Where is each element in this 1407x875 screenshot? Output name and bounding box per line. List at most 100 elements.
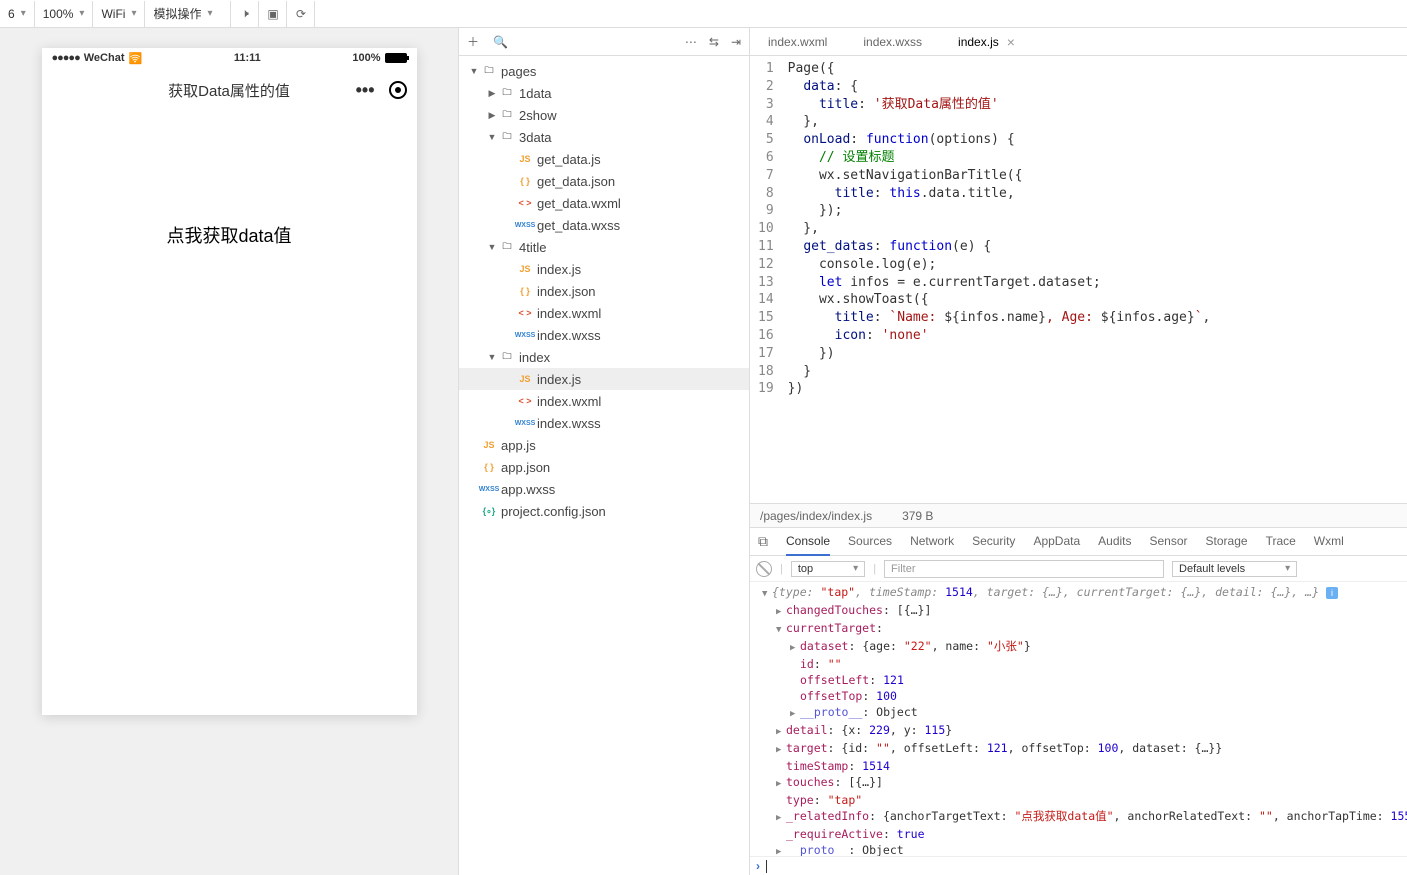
console-line[interactable]: ▶target: {id: "", offsetLeft: 121, offse…: [756, 740, 1401, 758]
levels-select[interactable]: Default levels▾: [1172, 561, 1297, 577]
code-body[interactable]: Page({ data: { title: '获取Data属性的值' }, on…: [788, 56, 1211, 503]
close-icon[interactable]: ×: [1007, 34, 1015, 50]
tree-node-index.js[interactable]: ▶JSindex.js: [459, 258, 749, 280]
filter-input[interactable]: Filter: [884, 560, 1164, 578]
expand-icon[interactable]: ▶: [776, 724, 786, 740]
console-line[interactable]: ▶detail: {x: 229, y: 115}: [756, 722, 1401, 740]
tree-node-3data[interactable]: ▼🗀3data: [459, 126, 749, 148]
console-line[interactable]: ▼{type: "tap", timeStamp: 1514, target: …: [756, 584, 1401, 602]
collapse-icon[interactable]: ⇥: [731, 35, 741, 49]
tab-index.wxss[interactable]: index.wxss: [845, 28, 940, 55]
devtools-tab-sources[interactable]: Sources: [848, 528, 892, 555]
tree-node-get_data.wxss[interactable]: ▶WXSSget_data.wxss: [459, 214, 749, 236]
tree-node-index.js[interactable]: ▶JSindex.js: [459, 368, 749, 390]
devtools-tab-storage[interactable]: Storage: [1206, 528, 1248, 555]
file-label: index.wxml: [537, 394, 601, 409]
expand-icon[interactable]: ▶: [776, 844, 786, 856]
expand-icon[interactable]: ▼: [776, 622, 786, 638]
code-editor[interactable]: 12345678910111213141516171819 Page({ dat…: [750, 56, 1407, 503]
search-icon[interactable]: 🔍: [493, 35, 508, 49]
expand-icon[interactable]: ▶: [776, 742, 786, 758]
layout-icon[interactable]: ▣: [259, 1, 287, 27]
zoom-select[interactable]: 100%▾: [35, 1, 94, 27]
settings-icon[interactable]: ⇆: [709, 35, 719, 49]
console-line[interactable]: ▶_relatedInfo: {anchorTargetText: "点我获取d…: [756, 808, 1401, 826]
tree-node-get_data.json[interactable]: ▶{ }get_data.json: [459, 170, 749, 192]
tree-node-2show[interactable]: ▶🗀2show: [459, 104, 749, 126]
rotate-icon[interactable]: ⟳: [287, 1, 315, 27]
file-label: get_data.wxml: [537, 196, 621, 211]
console-line[interactable]: ▶__proto__: Object: [756, 704, 1401, 722]
tree-node-get_data.js[interactable]: ▶JSget_data.js: [459, 148, 749, 170]
console-line[interactable]: _requireActive: true: [756, 826, 1401, 842]
tree-node-app.js[interactable]: ▶JSapp.js: [459, 434, 749, 456]
console-line[interactable]: ▶changedTouches: [{…}]: [756, 602, 1401, 620]
devtools-tab-wxml[interactable]: Wxml: [1314, 528, 1344, 555]
wxml-icon: < >: [517, 196, 533, 210]
tree-node-index.wxss[interactable]: ▶WXSSindex.wxss: [459, 412, 749, 434]
add-file-icon[interactable]: ＋: [467, 33, 479, 50]
expand-icon[interactable]: ▶: [776, 604, 786, 620]
expand-icon[interactable]: ▶: [790, 706, 800, 722]
tree-node-index[interactable]: ▼🗀index: [459, 346, 749, 368]
tree-node-index.wxml[interactable]: ▶< >index.wxml: [459, 302, 749, 324]
toggle-icon[interactable]: ▼: [485, 242, 499, 252]
tree-node-1data[interactable]: ▶🗀1data: [459, 82, 749, 104]
console-line[interactable]: id: "": [756, 656, 1401, 672]
capsule-menu-icon[interactable]: •••: [356, 80, 375, 101]
devtools-tab-console[interactable]: Console: [786, 528, 830, 556]
tree-node-index.json[interactable]: ▶{ }index.json: [459, 280, 749, 302]
tree-node-index.wxss[interactable]: ▶WXSSindex.wxss: [459, 324, 749, 346]
sim-action-select[interactable]: 模拟操作▾: [145, 1, 231, 27]
file-tree[interactable]: ▼🗀pages▶🗀1data▶🗀2show▼🗀3data▶JSget_data.…: [459, 56, 749, 875]
clear-console-icon[interactable]: [756, 561, 772, 577]
devtools-tab-network[interactable]: Network: [910, 528, 954, 555]
tree-node-index.wxml[interactable]: ▶< >index.wxml: [459, 390, 749, 412]
tree-node-app.wxss[interactable]: ▶WXSSapp.wxss: [459, 478, 749, 500]
console-line[interactable]: ▶dataset: {age: "22", name: "小张"}: [756, 638, 1401, 656]
toggle-icon[interactable]: ▶: [485, 88, 499, 99]
tree-node-4title[interactable]: ▼🗀4title: [459, 236, 749, 258]
context-select[interactable]: top▾: [791, 561, 865, 577]
tree-node-pages[interactable]: ▼🗀pages: [459, 60, 749, 82]
tab-index.wxml[interactable]: index.wxml: [750, 28, 845, 55]
toggle-icon[interactable]: ▼: [467, 66, 481, 76]
console-line[interactable]: ▼currentTarget:: [756, 620, 1401, 638]
network-select[interactable]: WiFi▾: [93, 1, 145, 27]
more-icon[interactable]: ⋯: [685, 35, 697, 49]
console-line[interactable]: offsetTop: 100: [756, 688, 1401, 704]
expand-icon[interactable]: ▶: [790, 640, 800, 656]
expand-icon[interactable]: ▶: [776, 776, 786, 792]
mute-icon[interactable]: 🕨: [231, 1, 259, 27]
devtools-tab-security[interactable]: Security: [972, 528, 1015, 555]
toggle-icon[interactable]: ▼: [485, 132, 499, 142]
expand-icon[interactable]: ▶: [776, 810, 786, 826]
tree-node-get_data.wxml[interactable]: ▶< >get_data.wxml: [459, 192, 749, 214]
console-output[interactable]: ▼{type: "tap", timeStamp: 1514, target: …: [750, 582, 1407, 856]
devtools-tab-sensor[interactable]: Sensor: [1150, 528, 1188, 555]
editor-tabs[interactable]: index.wxmlindex.wxssindex.js×: [750, 28, 1407, 56]
devtools-tab-trace[interactable]: Trace: [1266, 528, 1296, 555]
folder-icon: 🗀: [499, 86, 515, 100]
console-line[interactable]: offsetLeft: 121: [756, 672, 1401, 688]
devtools-tab-appdata[interactable]: AppData: [1033, 528, 1080, 555]
console-line[interactable]: ▶touches: [{…}]: [756, 774, 1401, 792]
toggle-icon[interactable]: ▶: [485, 110, 499, 121]
folder-icon: 🗀: [499, 240, 515, 254]
device-select[interactable]: 6▾: [0, 1, 35, 27]
console-prompt[interactable]: ›: [750, 856, 1407, 875]
tree-node-project.config.json[interactable]: ▶{∘}project.config.json: [459, 500, 749, 522]
tap-text[interactable]: 点我获取data值: [166, 226, 291, 246]
devtools-tabs[interactable]: ⧉ Console Sources Network Security AppData Au…: [750, 528, 1407, 556]
console-line[interactable]: type: "tap": [756, 792, 1401, 808]
tab-index.js[interactable]: index.js×: [940, 28, 1033, 55]
dock-icon[interactable]: ⧉: [758, 533, 768, 550]
tree-node-app.json[interactable]: ▶{ }app.json: [459, 456, 749, 478]
console-line[interactable]: ▶__proto__: Object: [756, 842, 1401, 856]
devtools-tab-audits[interactable]: Audits: [1098, 528, 1131, 555]
capsule-close-icon[interactable]: [389, 81, 407, 99]
expand-icon[interactable]: ▼: [762, 586, 772, 602]
toggle-icon[interactable]: ▼: [485, 352, 499, 362]
phone-page[interactable]: 点我获取data值: [42, 112, 417, 715]
console-line[interactable]: timeStamp: 1514: [756, 758, 1401, 774]
